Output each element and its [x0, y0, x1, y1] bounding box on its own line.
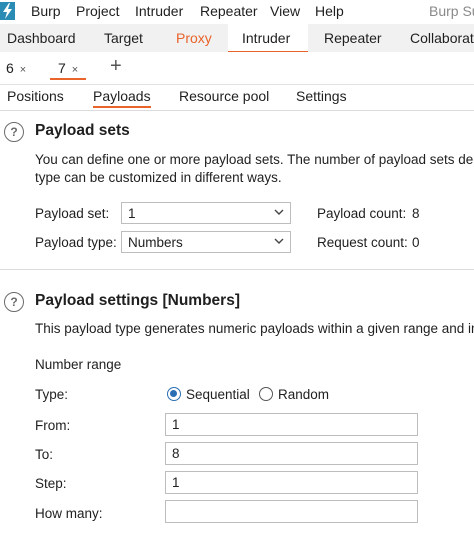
payload-settings-description: This payload type generates numeric payl… [35, 321, 474, 336]
to-label: To: [35, 447, 54, 462]
from-label: From: [35, 418, 71, 433]
payload-sets-description-2: type can be customized in different ways… [35, 170, 282, 185]
request-tab-6[interactable]: 6 × [6, 58, 26, 78]
tab-settings[interactable]: Settings [296, 88, 347, 104]
tab-positions[interactable]: Positions [7, 88, 64, 104]
payload-count-value: 8 [412, 206, 420, 221]
request-tab-label: 7 [58, 60, 66, 76]
menu-project[interactable]: Project [76, 3, 120, 19]
menu-bar: Burp Project Intruder Repeater View Help… [0, 0, 474, 24]
tab-repeater[interactable]: Repeater [324, 24, 382, 52]
payload-type-label: Payload type: [35, 235, 117, 250]
payload-sets-description-1: You can define one or more payload sets.… [35, 152, 474, 167]
menu-help[interactable]: Help [315, 3, 344, 19]
menu-view[interactable]: View [270, 3, 300, 19]
tab-dashboard[interactable]: Dashboard [7, 24, 76, 52]
tab-resource-pool[interactable]: Resource pool [179, 88, 269, 104]
help-icon[interactable]: ? [4, 122, 24, 142]
step-label: Step: [35, 476, 67, 491]
menu-burp[interactable]: Burp [31, 3, 61, 19]
how-many-label: How many: [35, 506, 103, 521]
request-tab-7[interactable]: 7 × [50, 58, 87, 80]
payload-set-label: Payload set: [35, 206, 110, 221]
sequential-label[interactable]: Sequential [186, 387, 250, 402]
tab-payloads[interactable]: Payloads [93, 88, 151, 108]
main-tab-bar: Dashboard Target Proxy Intruder Repeater… [0, 24, 474, 53]
add-tab-icon[interactable]: + [110, 56, 122, 76]
type-label: Type: [35, 387, 69, 402]
close-icon[interactable]: × [20, 64, 26, 76]
payload-set-select[interactable]: 1 [121, 202, 291, 224]
tab-target[interactable]: Target [104, 24, 143, 52]
chevron-down-icon [274, 238, 284, 244]
payload-sets-title: Payload sets [35, 122, 130, 139]
tab-intruder[interactable]: Intruder [228, 24, 308, 53]
random-radio[interactable] [259, 387, 273, 401]
menu-repeater[interactable]: Repeater [200, 3, 258, 19]
to-input[interactable]: 8 [165, 442, 418, 465]
help-icon[interactable]: ? [4, 292, 24, 312]
step-input[interactable]: 1 [165, 471, 418, 494]
request-tab-bar: 6 × 7 × + [0, 52, 474, 85]
from-input[interactable]: 1 [165, 413, 418, 436]
random-label[interactable]: Random [278, 387, 329, 402]
menu-intruder[interactable]: Intruder [135, 3, 183, 19]
sequential-radio[interactable] [167, 387, 181, 401]
section-divider [0, 269, 474, 270]
payload-type-value: Numbers [128, 235, 183, 250]
request-count-value: 0 [412, 235, 420, 250]
app-title: Burp Su [429, 3, 474, 19]
payload-settings-title: Payload settings [Numbers] [35, 292, 240, 309]
request-tab-label: 6 [6, 60, 14, 76]
payload-type-select[interactable]: Numbers [121, 231, 291, 253]
request-count-label: Request count: [317, 235, 408, 250]
tab-proxy[interactable]: Proxy [176, 24, 212, 52]
burp-lightning-icon [0, 2, 15, 20]
payload-set-value: 1 [128, 206, 136, 221]
chevron-down-icon [274, 209, 284, 215]
tab-collaborator[interactable]: Collaborato [410, 24, 474, 52]
intruder-sub-tabs: Positions Payloads Resource pool Setting… [0, 84, 474, 111]
close-icon[interactable]: × [72, 64, 78, 76]
tab-intruder-label: Intruder [242, 30, 291, 46]
how-many-input[interactable] [165, 500, 418, 523]
number-range-heading: Number range [35, 357, 122, 372]
payload-count-label: Payload count: [317, 206, 407, 221]
